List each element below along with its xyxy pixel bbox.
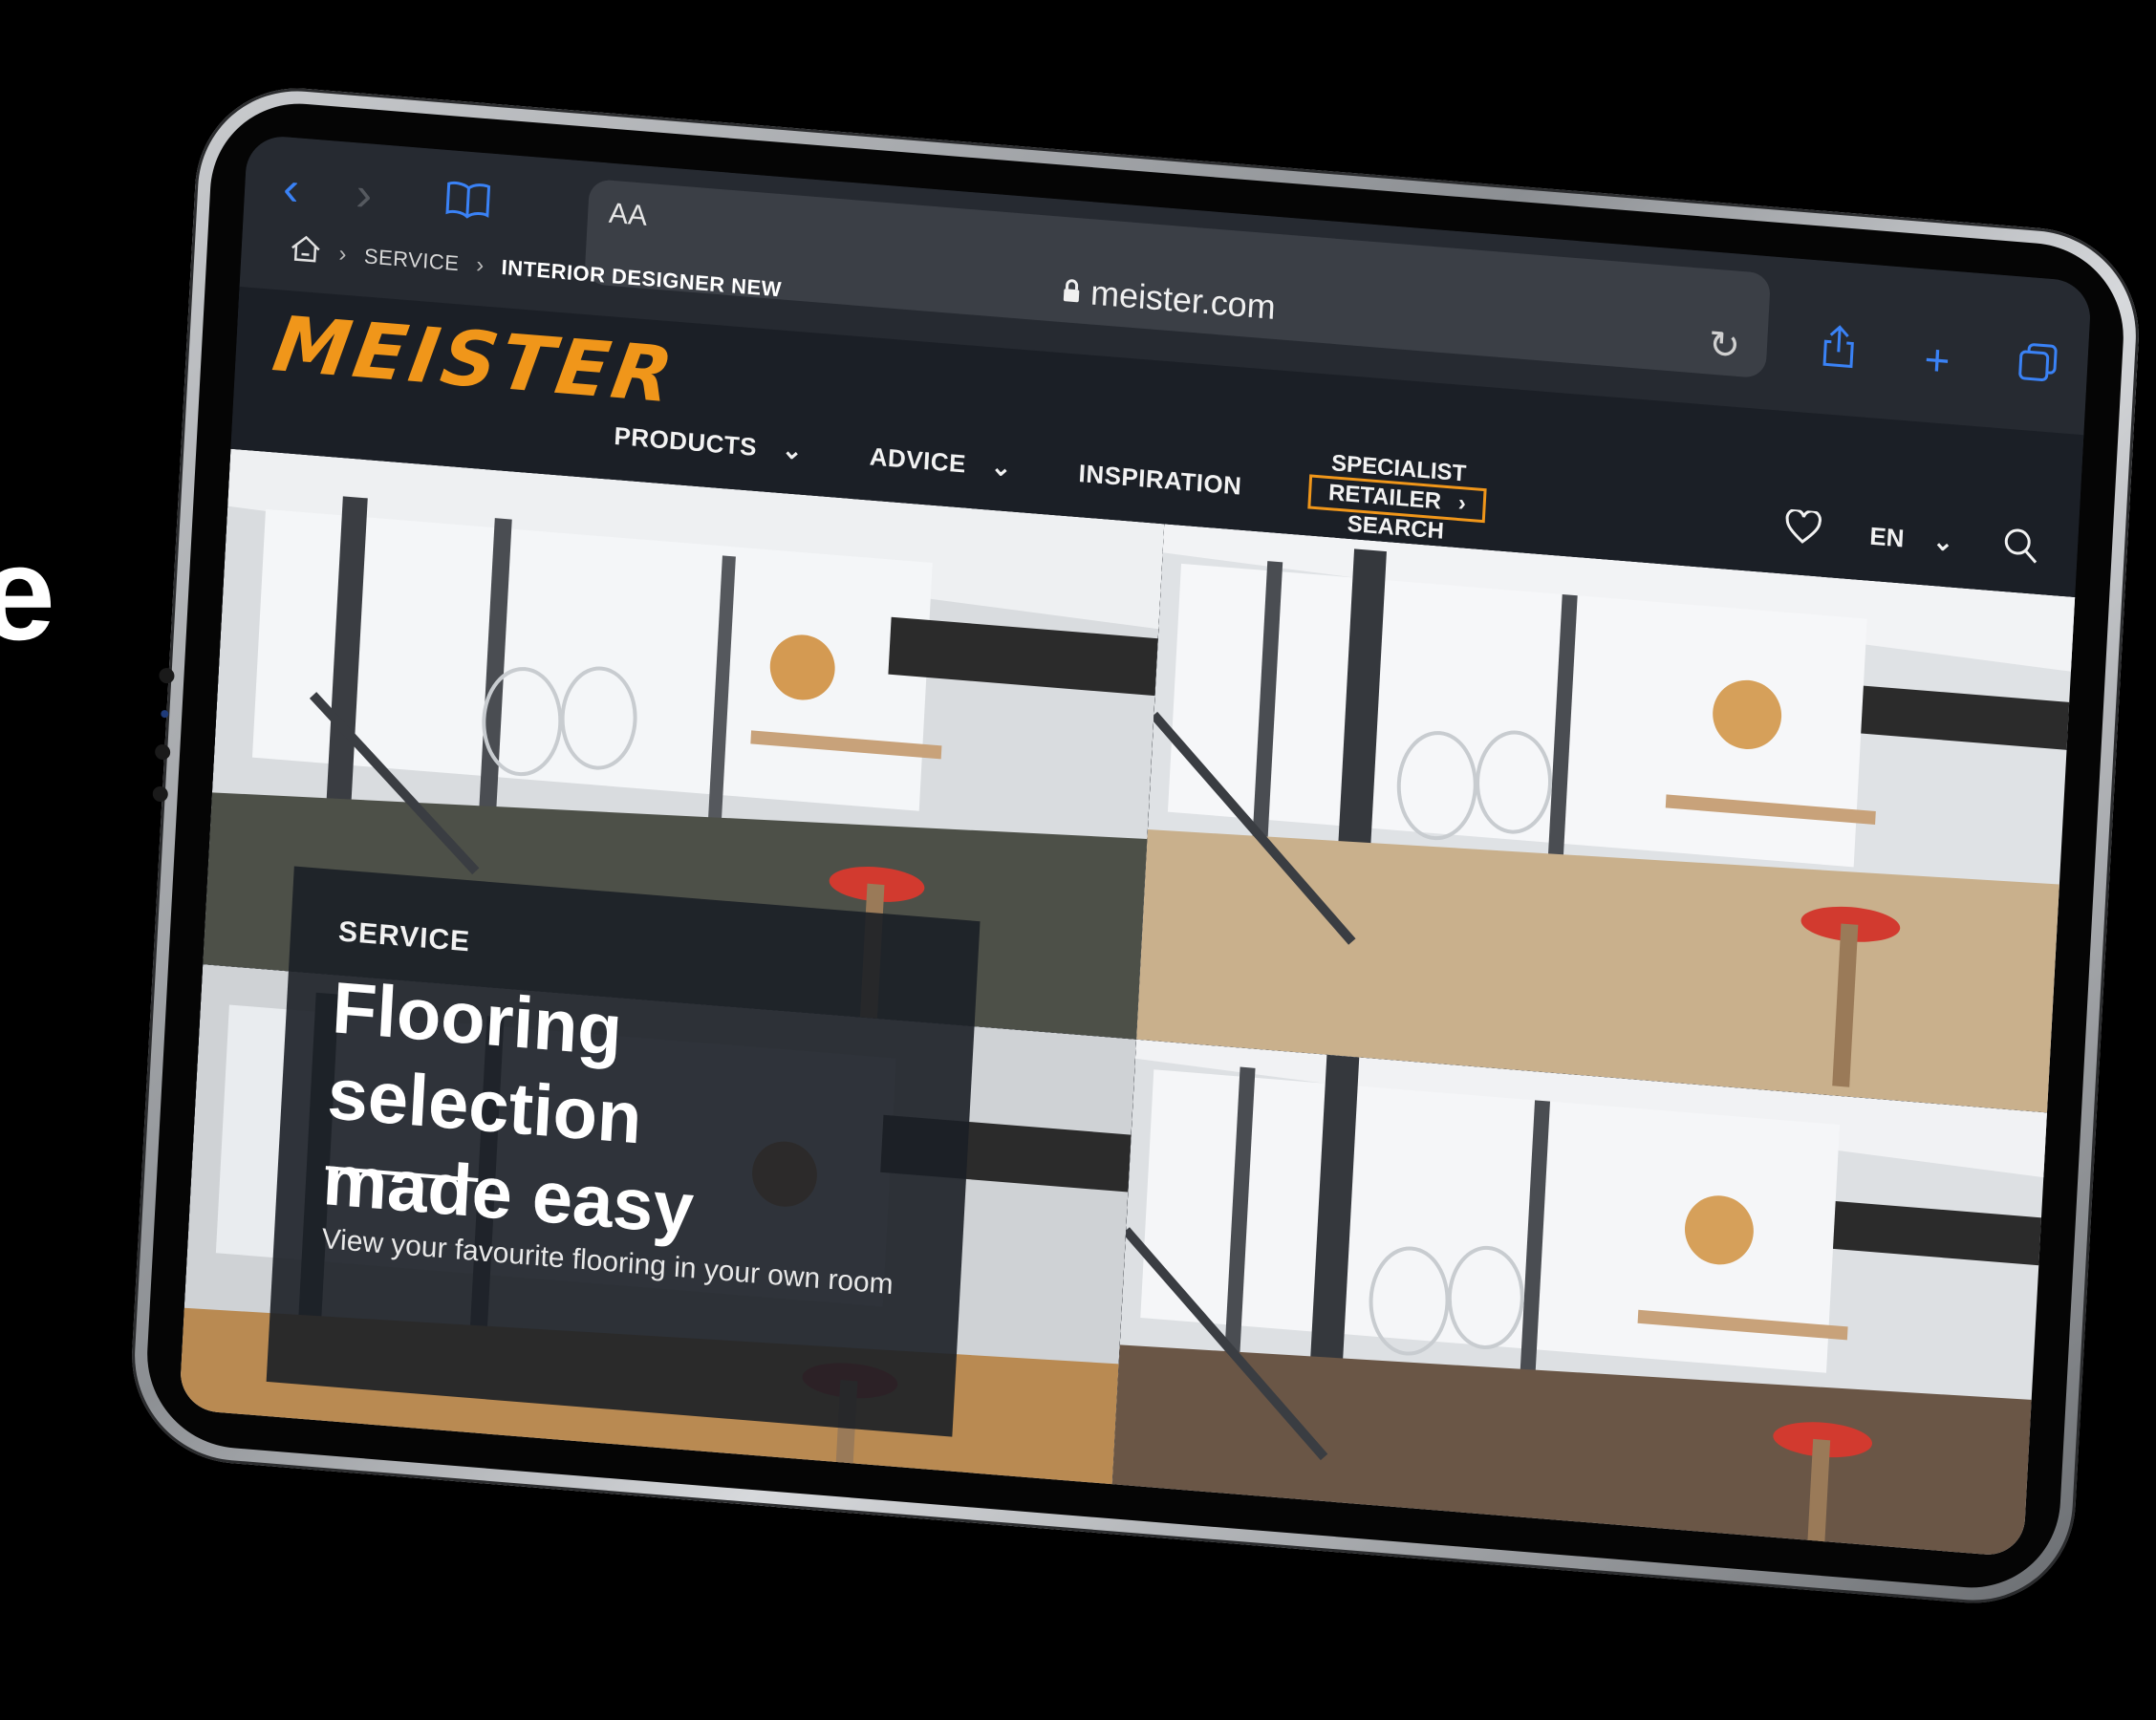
url-display[interactable]: meister.com (1061, 270, 1277, 328)
heart-icon[interactable] (1783, 508, 1823, 552)
url-text: meister.com (1089, 272, 1277, 327)
tablet-screen: ‹ › AA meister.com ↻ + › SERVICE › INTER… (178, 134, 2093, 1558)
safari-actions: + (1818, 322, 2059, 398)
scene: e ‹ › AA meister.com ↻ + › SERVICE › INT… (0, 0, 2156, 1720)
chevron-right-icon: › (1457, 489, 1467, 517)
nav-advice[interactable]: ADVICE ⌄ (869, 441, 1013, 483)
chevron-right-icon[interactable]: › (355, 166, 374, 221)
chevron-down-icon: ⌄ (989, 451, 1013, 482)
lock-icon (1063, 279, 1080, 303)
chevron-left-icon[interactable]: ‹ (282, 161, 301, 215)
chevron-down-icon: ⌄ (781, 434, 805, 465)
chevron-down-icon: ⌄ (1931, 526, 1954, 557)
camera-sensors (151, 667, 175, 829)
nav-inspiration-label: INSPIRATION (1077, 458, 1243, 501)
hero-section: SERVICE Flooring selection made easy Vie… (178, 448, 2093, 1558)
tablet-bezel: ‹ › AA meister.com ↻ + › SERVICE › INTER… (142, 97, 2128, 1595)
nav-products-label: PRODUCTS (613, 420, 758, 462)
cropped-background-letter: e (0, 518, 55, 668)
book-icon[interactable] (444, 179, 492, 226)
breadcrumb-service-link[interactable]: SERVICE (363, 244, 460, 276)
share-icon[interactable] (1818, 322, 1859, 381)
nav-products[interactable]: PRODUCTS ⌄ (614, 420, 804, 465)
hero-service-card: SERVICE Flooring selection made easy Vie… (266, 866, 981, 1437)
room-image-brown-floor (1109, 1039, 2089, 1558)
hero-kicker: SERVICE (337, 915, 471, 958)
breadcrumb-separator: › (337, 241, 348, 268)
tabs-icon[interactable] (2016, 339, 2060, 395)
nav-advice-label: ADVICE (869, 441, 967, 478)
room-image-light-oak-floor (1136, 524, 2093, 1116)
nav-specialist-line2: RETAILER (1327, 480, 1442, 515)
nav-inspiration[interactable]: INSPIRATION (1078, 459, 1242, 502)
language-selector[interactable]: EN ⌄ (1869, 522, 1954, 558)
text-size-button[interactable]: AA (608, 198, 648, 233)
search-icon[interactable] (2000, 525, 2040, 572)
reload-icon[interactable]: ↻ (1707, 322, 1741, 369)
plus-icon[interactable]: + (1923, 333, 1951, 386)
breadcrumb-separator: › (475, 251, 485, 279)
hero-headline: Flooring selection made easy (321, 965, 945, 1272)
home-icon[interactable] (289, 233, 323, 270)
tablet-device: ‹ › AA meister.com ↻ + › SERVICE › INTER… (126, 80, 2145, 1611)
language-label: EN (1868, 521, 1906, 553)
header-utilities: EN ⌄ (1782, 506, 2040, 571)
nav-specialist-retailer-search[interactable]: SPECIALIST RETAILER › SEARCH (1306, 449, 1488, 548)
history-nav: ‹ › (282, 161, 374, 221)
